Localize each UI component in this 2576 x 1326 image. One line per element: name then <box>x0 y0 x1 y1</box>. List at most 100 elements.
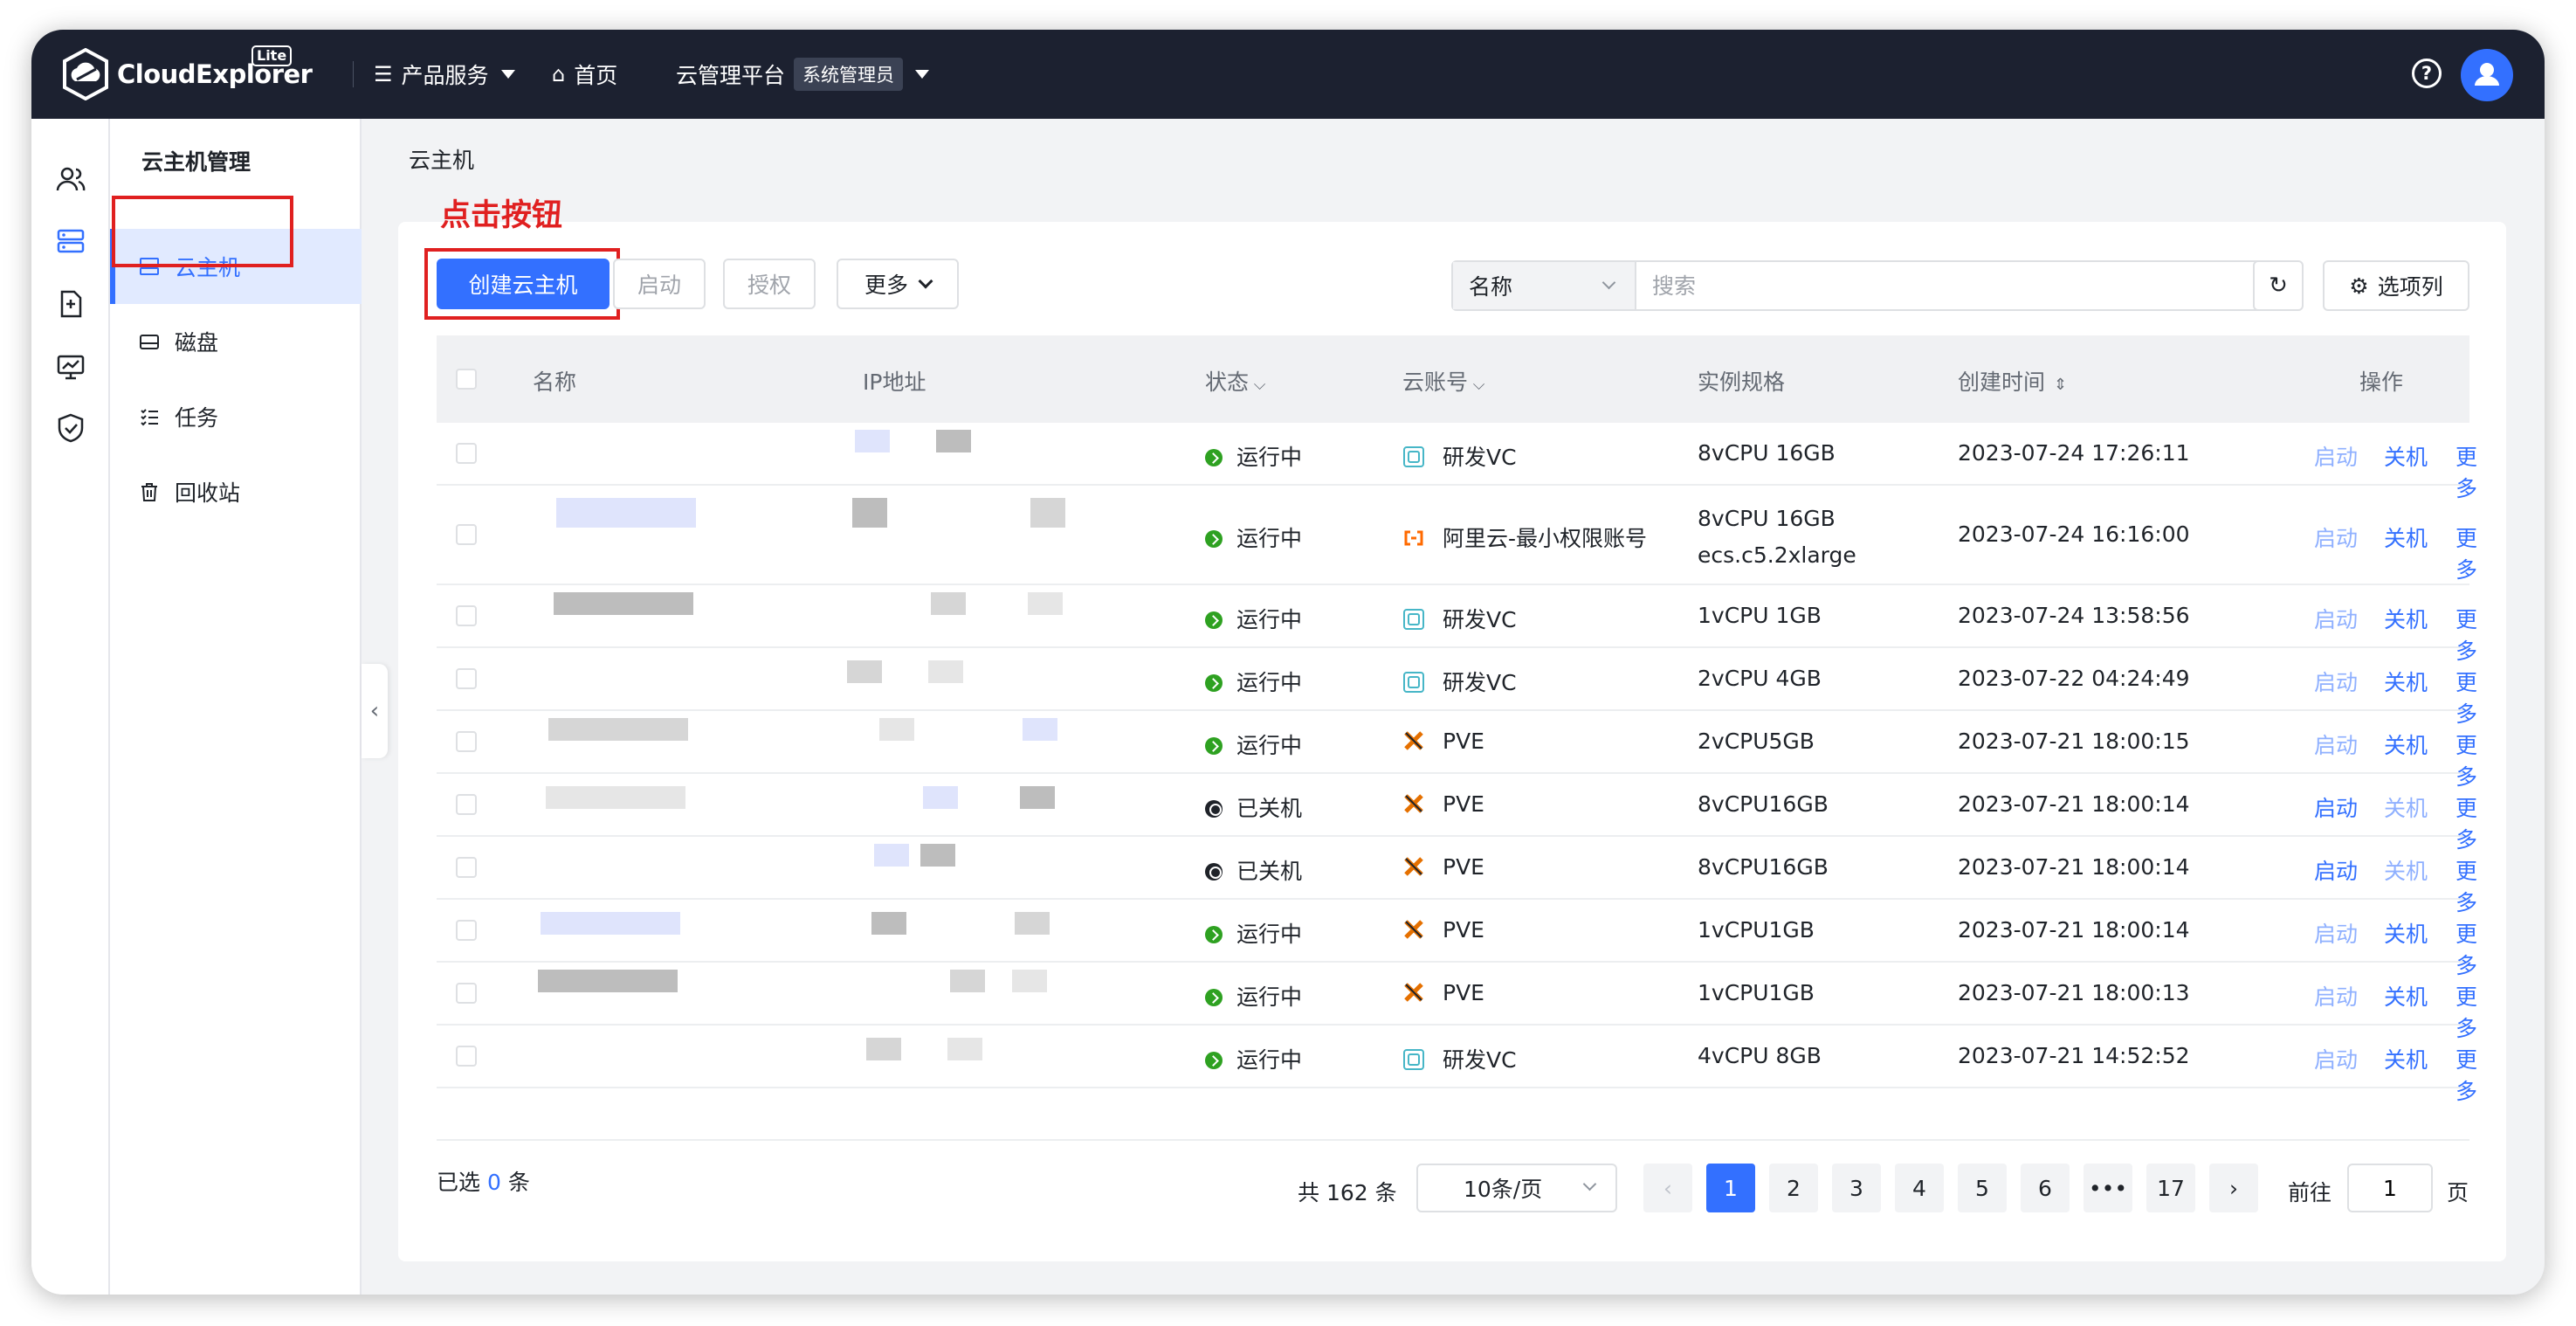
more-dropdown-button[interactable]: 更多 <box>837 259 959 309</box>
server-icon[interactable] <box>55 225 86 257</box>
refresh-button[interactable]: ↻ <box>2253 260 2304 311</box>
page-button[interactable]: 5 <box>1958 1164 2007 1212</box>
page-button[interactable]: 4 <box>1895 1164 1944 1212</box>
created-time: 2023-07-21 18:00:15 <box>1958 729 2190 754</box>
table-row[interactable]: 运行中 PVE 1vCPU1GB 2023-07-21 18:00:13 启动 关机 更多 <box>437 963 2477 1041</box>
row-checkbox[interactable] <box>456 857 477 878</box>
columns-button[interactable]: ⚙ 选项列 <box>2323 260 2469 311</box>
status-text: 已关机 <box>1236 796 1303 821</box>
account-text: PVE <box>1443 791 1484 817</box>
platform-switcher[interactable]: 云管理平台 系统管理员 <box>676 54 930 94</box>
grant-button[interactable]: 授权 <box>723 259 816 309</box>
page-ellipsis[interactable]: ••• <box>2084 1164 2132 1212</box>
created-time: 2023-07-21 14:52:52 <box>1958 1043 2190 1068</box>
row-checkbox[interactable] <box>456 794 477 815</box>
top-divider <box>353 61 354 87</box>
row-checkbox[interactable] <box>456 605 477 626</box>
goto-page-input[interactable] <box>2347 1164 2433 1212</box>
shutdown-action[interactable]: 关机 <box>2384 440 2428 472</box>
search-field-label: 名称 <box>1469 274 1513 300</box>
table-row[interactable]: 运行中 研发VC 4vCPU 8GB 2023-07-21 14:52:52 启动 关机更… <box>437 1026 2477 1104</box>
header-created[interactable]: 创建时间 ⇕ <box>1958 365 2067 397</box>
row-checkbox[interactable] <box>456 668 477 689</box>
redacted-block <box>548 718 688 741</box>
row-checkbox[interactable] <box>456 731 477 752</box>
table-row[interactable]: 运行中 研发VC 1vCPU 1GB 2023-07-24 13:58:56 启动 关机更… <box>437 585 2477 664</box>
table-row[interactable]: 已关机 PVE 8vCPU16GB 2023-07-21 18:00:14 启动 关机 更多 <box>437 774 2477 853</box>
monitor-icon[interactable] <box>55 351 86 383</box>
vsphere-icon <box>1402 1048 1425 1071</box>
shield-icon[interactable] <box>55 412 86 444</box>
row-checkbox[interactable] <box>456 443 477 464</box>
table-row[interactable]: 运行中 研发VC 8vCPU 16GB 2023-07-24 17:26:11 启动 关机… <box>437 423 2477 501</box>
start-action[interactable]: 启动 <box>2314 1043 2358 1074</box>
start-button[interactable]: 启动 <box>613 259 706 309</box>
more-action[interactable]: 更多 <box>2455 1043 2477 1106</box>
shutdown-action[interactable]: 关机 <box>2384 603 2428 634</box>
home-link[interactable]: ⌂ 首页 <box>552 54 617 94</box>
page-button[interactable]: 1 <box>1706 1164 1755 1212</box>
goto-prefix: 前往 <box>2288 1180 2332 1205</box>
list-icon: ☰ <box>374 62 393 86</box>
table-row[interactable]: 运行中 PVE 2vCPU5GB 2023-07-21 18:00:15 启动 关机 更多 <box>437 711 2477 790</box>
table-row[interactable]: 已关机 PVE 8vCPU16GB 2023-07-21 18:00:14 启动 关机 更多 <box>437 837 2477 915</box>
help-icon[interactable]: ? <box>2412 59 2442 88</box>
table-row[interactable]: 运行中 阿里云-最小权限账号 8vCPU 16GB ecs.c5.2xlarge 202… <box>437 486 2477 585</box>
shutdown-action[interactable]: 关机 <box>2384 1043 2428 1074</box>
user-avatar[interactable] <box>2461 49 2513 101</box>
row-checkbox[interactable] <box>456 524 477 545</box>
status-text: 运行中 <box>1236 670 1303 695</box>
sidebar-item-disk[interactable]: 磁盘 <box>110 304 362 379</box>
page-size-select[interactable]: 10条/页 <box>1416 1164 1617 1212</box>
running-status-icon <box>1205 737 1223 755</box>
start-action[interactable]: 启动 <box>2314 666 2358 697</box>
sidebar-item-task[interactable]: 任务 <box>110 379 362 454</box>
page-button[interactable]: 3 <box>1832 1164 1881 1212</box>
start-action[interactable]: 启动 <box>2314 854 2358 886</box>
document-icon[interactable] <box>55 288 86 320</box>
shutdown-action[interactable]: 关机 <box>2384 980 2428 1012</box>
shutdown-action[interactable]: 关机 <box>2384 666 2428 697</box>
user-icon <box>2475 63 2499 86</box>
shutdown-action[interactable]: 关机 <box>2384 917 2428 949</box>
collapse-sidebar-button[interactable]: ‹ <box>362 664 388 758</box>
start-action[interactable]: 启动 <box>2314 917 2358 949</box>
header-status-label: 状态 <box>1205 369 1250 395</box>
shutdown-action[interactable]: 关机 <box>2384 854 2428 886</box>
row-checkbox[interactable] <box>456 1046 477 1067</box>
next-page-button[interactable]: › <box>2209 1164 2258 1212</box>
search-field-select[interactable]: 名称 <box>1453 262 1636 309</box>
start-action[interactable]: 启动 <box>2314 729 2358 760</box>
users-icon[interactable] <box>55 164 86 196</box>
page-button[interactable]: 6 <box>2021 1164 2070 1212</box>
products-menu[interactable]: ☰ 产品服务 <box>374 54 515 94</box>
table-row[interactable]: 运行中 研发VC 2vCPU 4GB 2023-07-22 04:24:49 启动 关机更… <box>437 648 2477 727</box>
created-time: 2023-07-21 18:00:13 <box>1958 980 2190 1005</box>
row-checkbox[interactable] <box>456 983 477 1004</box>
page-button[interactable]: 17 <box>2146 1164 2195 1212</box>
spec-cell: 8vCPU 16GB <box>1698 440 1836 466</box>
select-all-checkbox[interactable] <box>456 369 477 390</box>
shutdown-action[interactable]: 关机 <box>2384 521 2428 553</box>
status-text: 运行中 <box>1236 445 1303 470</box>
start-action[interactable]: 启动 <box>2314 980 2358 1012</box>
header-status[interactable]: 状态 ⌵ <box>1205 365 1265 397</box>
home-icon: ⌂ <box>552 62 566 86</box>
start-action[interactable]: 启动 <box>2314 521 2358 553</box>
table-header: 名称 IP地址 状态 ⌵ 云账号 ⌵ 实例规格 创建时间 ⇕ 操作 <box>437 335 2469 423</box>
prev-page-button[interactable]: ‹ <box>1643 1164 1692 1212</box>
status-text: 运行中 <box>1236 607 1303 632</box>
search-input[interactable] <box>1636 262 2263 309</box>
start-action[interactable]: 启动 <box>2314 440 2358 472</box>
shutdown-action[interactable]: 关机 <box>2384 729 2428 760</box>
start-action[interactable]: 启动 <box>2314 603 2358 634</box>
table-row[interactable]: 运行中 PVE 1vCPU1GB 2023-07-21 18:00:14 启动 关机 更多 <box>437 900 2477 978</box>
header-account[interactable]: 云账号 ⌵ <box>1402 365 1484 397</box>
sidebar-item-recycle[interactable]: 回收站 <box>110 454 362 529</box>
shutdown-action[interactable]: 关机 <box>2384 791 2428 823</box>
start-action[interactable]: 启动 <box>2314 791 2358 823</box>
row-checkbox[interactable] <box>456 920 477 941</box>
page-button[interactable]: 2 <box>1769 1164 1818 1212</box>
redacted-block <box>947 1038 982 1060</box>
more-action[interactable]: 更多 <box>2455 521 2477 584</box>
